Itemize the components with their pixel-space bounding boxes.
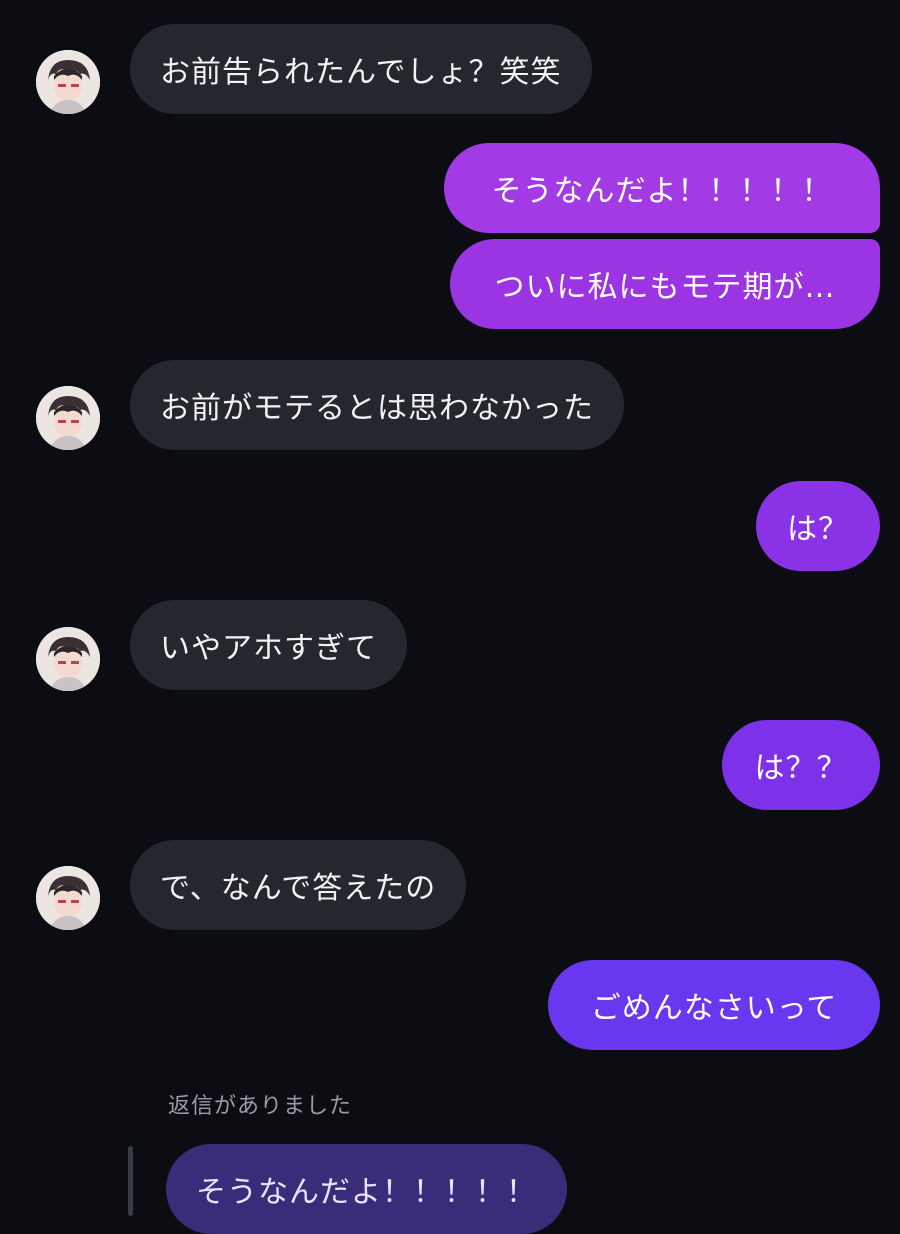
message-text: ごめんなさいって [590,991,838,1026]
reply-quoted-message[interactable]: そうなんだよ！！！！！ [166,1144,567,1234]
outgoing-message[interactable]: そうなんだよ！！！！！ [444,143,880,233]
avatar-icon [36,866,100,930]
avatar-icon [36,386,100,450]
contact-avatar[interactable] [36,627,100,691]
outgoing-message[interactable]: ついに私にもモテ期が… [450,239,880,329]
avatar-icon [36,627,100,691]
message-text: いやアホすぎて [160,631,377,666]
message-text: そうなんだよ！！！！！ [491,174,833,209]
contact-avatar[interactable] [36,50,100,114]
incoming-message[interactable]: いやアホすぎて [130,600,407,690]
message-text: は？？ [754,751,848,786]
incoming-message[interactable]: お前告られたんでしょ？笑笑 [130,24,592,114]
message-text: で、なんで答えたの [160,871,437,906]
message-text: お前がモテるとは思わなかった [160,391,594,426]
incoming-message[interactable]: で、なんで答えたの [130,840,467,930]
avatar-icon [36,50,100,114]
reply-label: 返信がありました [168,1094,353,1119]
message-text: は？ [787,512,849,547]
quoted-text: そうなんだよ！！！！！ [196,1175,537,1210]
message-text: お前告られたんでしょ？笑笑 [160,55,562,90]
outgoing-message[interactable]: は？ [756,481,880,571]
outgoing-message[interactable]: は？？ [722,720,880,810]
message-text: ついに私にもモテ期が… [494,270,836,305]
contact-avatar[interactable] [36,866,100,930]
outgoing-message[interactable]: ごめんなさいって [548,960,880,1050]
reply-quote-bar [128,1146,133,1216]
incoming-message[interactable]: お前がモテるとは思わなかった [130,360,624,450]
chat-thread: お前告られたんでしょ？笑笑 そうなんだよ！！！！！ ついに私にもモテ期が… お前… [0,0,900,1234]
contact-avatar[interactable] [36,386,100,450]
